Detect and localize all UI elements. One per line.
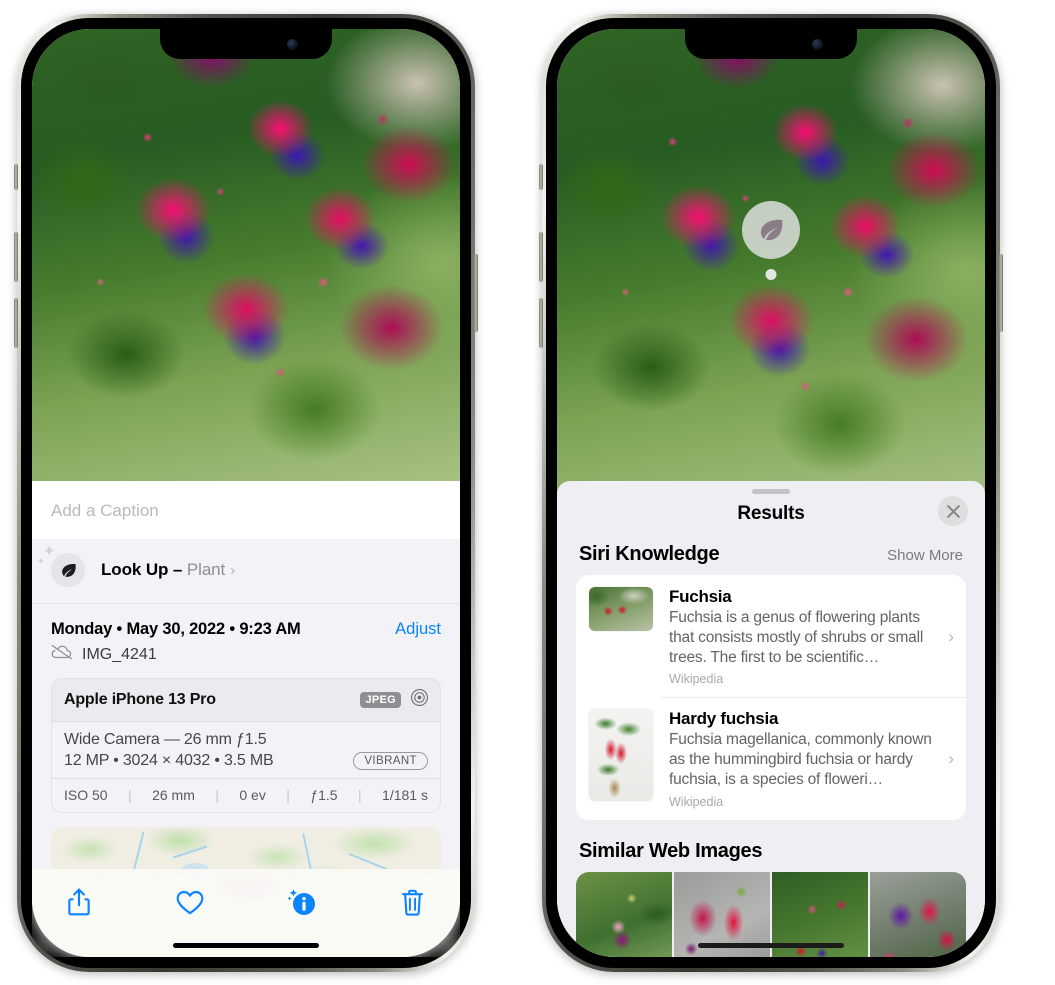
volume-up-button[interactable]: [539, 232, 543, 282]
volume-up-button[interactable]: [14, 232, 18, 282]
leaf-icon[interactable]: [742, 201, 800, 259]
date-row: Monday • May 30, 2022 • 9:23 AM Adjust: [32, 604, 460, 639]
exif-divider: |: [215, 787, 219, 803]
look-up-label: Look Up: [101, 560, 169, 579]
exif-iso: ISO 50: [64, 787, 108, 803]
favorite-button[interactable]: [173, 885, 207, 919]
cloud-slash-icon: [51, 644, 73, 665]
adjust-button[interactable]: Adjust: [395, 620, 441, 639]
exif-divider: |: [286, 787, 290, 803]
knowledge-description: Fuchsia is a genus of flowering plants t…: [669, 609, 924, 666]
right-screen: Results Siri Knowledge Show More Fuchsia…: [557, 29, 985, 957]
chevron-right-icon: ›: [230, 562, 236, 579]
look-up-dash: –: [168, 560, 187, 579]
lens-aperture: 1.5: [244, 731, 267, 748]
siri-knowledge-cards: Fuchsia Fuchsia is a genus of flowering …: [576, 575, 966, 820]
home-indicator[interactable]: [173, 943, 319, 948]
iphone-left-device: Add a Caption ✦ ✦ Look Up – Plant › Mond…: [14, 14, 478, 972]
sheet-header: Results: [557, 494, 985, 539]
info-button[interactable]: [285, 885, 319, 919]
knowledge-thumbnail: [589, 587, 653, 631]
metadata-body: Wide Camera — 26 mm ƒ1.5 12 MP • 3024 × …: [52, 722, 440, 778]
home-indicator[interactable]: [698, 943, 844, 948]
share-button[interactable]: [62, 885, 96, 919]
knowledge-thumbnail: [589, 709, 653, 802]
exif-row: ISO 50 | 26 mm | 0 ev | ƒ1.5 | 1/181 s: [52, 778, 440, 812]
aperture-icon: [410, 688, 429, 712]
image-specs: 12 MP • 3024 × 4032 • 3.5 MB: [64, 752, 274, 769]
photo-date: Monday • May 30, 2022 • 9:23 AM: [51, 620, 301, 638]
knowledge-source: Wikipedia: [669, 794, 724, 809]
metadata-header: Apple iPhone 13 Pro JPEG: [52, 679, 440, 722]
notch: [160, 29, 332, 59]
caption-input[interactable]: Add a Caption: [32, 481, 460, 539]
left-bezel: Add a Caption ✦ ✦ Look Up – Plant › Mond…: [21, 18, 471, 968]
photo-fuchsia-left[interactable]: [32, 29, 460, 481]
notch: [685, 29, 857, 59]
exif-divider: |: [357, 787, 362, 803]
siri-knowledge-header: Siri Knowledge Show More: [557, 539, 985, 575]
camera-metadata-card[interactable]: Apple iPhone 13 Pro JPEG Wide Camera — 2…: [51, 678, 441, 813]
knowledge-source: Wikipedia: [669, 672, 724, 687]
web-image-thumbnail[interactable]: [576, 871, 672, 957]
sparkle-small-icon: ✦: [37, 556, 45, 566]
similar-web-images-header: Similar Web Images: [557, 820, 985, 872]
photo-style-badge: VIBRANT: [353, 752, 428, 770]
siri-knowledge-title: Siri Knowledge: [579, 543, 720, 565]
sheet-title: Results: [737, 503, 805, 524]
lens-info: Wide Camera — 26 mm ƒ1.5: [64, 731, 428, 749]
power-button[interactable]: [999, 254, 1003, 332]
knowledge-card[interactable]: Hardy fuchsia Fuchsia magellanica, commo…: [576, 697, 966, 819]
silent-switch[interactable]: [539, 164, 543, 190]
similar-web-images-title: Similar Web Images: [579, 839, 763, 862]
camera-device-name: Apple iPhone 13 Pro: [64, 691, 216, 708]
exif-divider: |: [128, 787, 132, 803]
look-up-text: Look Up – Plant ›: [101, 560, 235, 580]
silent-switch[interactable]: [14, 164, 18, 190]
chevron-right-icon: ›: [948, 626, 954, 646]
close-icon[interactable]: [938, 496, 968, 526]
delete-button[interactable]: [396, 885, 430, 919]
volume-down-button[interactable]: [539, 298, 543, 348]
knowledge-card[interactable]: Fuchsia Fuchsia is a genus of flowering …: [576, 575, 966, 697]
results-sheet: Results Siri Knowledge Show More Fuchsia…: [557, 481, 985, 957]
web-image-thumbnail[interactable]: [870, 871, 966, 957]
right-bezel: Results Siri Knowledge Show More Fuchsia…: [546, 18, 996, 968]
knowledge-title: Hardy fuchsia: [669, 709, 779, 729]
exif-aperture: ƒ1.5: [310, 787, 338, 803]
look-up-subject: Plant: [186, 560, 226, 579]
left-screen: Add a Caption ✦ ✦ Look Up – Plant › Mond…: [32, 29, 460, 957]
volume-down-button[interactable]: [14, 298, 18, 348]
file-row: IMG_4241: [32, 639, 460, 678]
photo-fuchsia-right[interactable]: [557, 29, 985, 499]
photo-filename: IMG_4241: [82, 645, 157, 663]
power-button[interactable]: [474, 254, 478, 332]
show-more-button[interactable]: Show More: [887, 547, 963, 564]
look-up-row[interactable]: ✦ ✦ Look Up – Plant ›: [32, 539, 460, 604]
exif-shutter: 1/181 s: [382, 787, 428, 803]
format-badge: JPEG: [360, 692, 401, 708]
exif-ev: 0 ev: [239, 787, 266, 803]
front-camera: [287, 39, 298, 50]
iphone-right-device: Results Siri Knowledge Show More Fuchsia…: [539, 14, 1003, 972]
chevron-right-icon: ›: [948, 749, 954, 769]
knowledge-title: Fuchsia: [669, 587, 732, 606]
front-camera: [812, 39, 823, 50]
knowledge-description: Fuchsia magellanica, commonly known as t…: [669, 731, 932, 789]
lookup-anchor-dot: [765, 269, 777, 280]
leaf-icon: ✦ ✦: [37, 544, 85, 587]
exif-focal: 26 mm: [152, 787, 195, 803]
lens-line: Wide Camera — 26 mm ƒ: [64, 731, 245, 748]
